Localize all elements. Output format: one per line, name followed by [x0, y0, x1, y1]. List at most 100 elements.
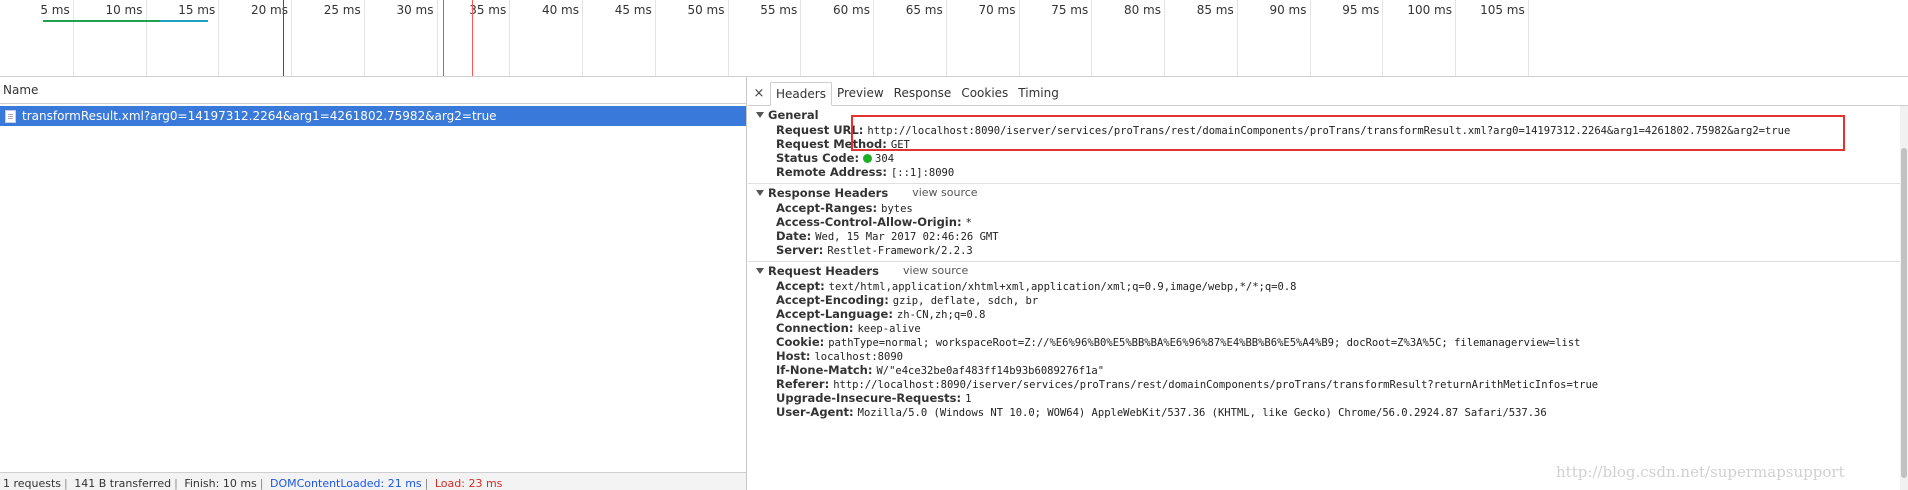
timeline-tick-label: 40 ms — [541, 3, 579, 17]
timeline-grid-line — [945, 0, 947, 76]
request-detail-pane: × Headers Preview Response Cookies Timin… — [748, 77, 1908, 490]
timeline-tick-label: 25 ms — [323, 3, 361, 17]
header-value: Restlet-Framework/2.2.3 — [827, 245, 973, 257]
timeline-grid-line — [436, 0, 438, 76]
detail-scrollbar[interactable] — [1900, 106, 1908, 490]
timeline-grid-line — [72, 0, 74, 76]
header-row: Upgrade-Insecure-Requests: 1 — [748, 391, 1900, 405]
timeline-tick-label: 105 ms — [1480, 3, 1525, 17]
waterfall-bar-teal — [160, 20, 208, 22]
name-column-header[interactable]: Name — [0, 77, 746, 104]
header-value: 1 — [965, 393, 972, 405]
domcontentloaded-line — [442, 0, 444, 76]
timeline-grid-line — [509, 0, 511, 76]
header-value: pathType=normal; workspaceRoot=Z://%E6%9… — [828, 337, 1581, 349]
timeline-tick-label: 30 ms — [396, 3, 434, 17]
timeline-grid-line — [873, 0, 874, 76]
header-key: Accept: — [776, 279, 825, 293]
request-url-value: http://localhost:8090/iserver/services/p… — [867, 125, 1791, 137]
header-row: Server: Restlet-Framework/2.2.3 — [748, 243, 1900, 257]
header-value: gzip, deflate, sdch, br — [892, 295, 1039, 307]
request-headers-title: Request Headers — [768, 263, 879, 278]
timeline-tick-label: 80 ms — [1123, 3, 1161, 17]
tab-response[interactable]: Response — [889, 81, 957, 105]
timeline-tick-label: 55 ms — [760, 3, 798, 17]
header-row: Accept-Ranges: bytes — [748, 201, 1900, 215]
request-headers-section: Request Headers view source Accept: text/… — [748, 262, 1900, 423]
timeline-grid-line — [218, 0, 220, 76]
header-row: Date: Wed, 15 Mar 2017 02:46:26 GMT — [748, 229, 1900, 243]
overview-timeline[interactable]: 5 ms 10 ms 15 ms 20 ms 25 ms 30 ms 35 ms 40 ms 4… — [0, 0, 1908, 77]
timeline-grid-line — [291, 0, 292, 76]
tab-headers[interactable]: Headers — [770, 82, 832, 106]
timeline-grid-line — [1091, 0, 1093, 76]
header-key: Request URL: — [776, 123, 864, 137]
timeline-tick-label: 50 ms — [687, 3, 725, 17]
header-row: If-None-Match: W/"e4ce32be0af483ff14b93b6… — [748, 363, 1900, 377]
timeline-tick-label: 35 ms — [469, 3, 507, 17]
request-row-selected[interactable]: transformResult.xml?arg0=14197312.2264&a… — [0, 106, 746, 126]
response-headers-toggle[interactable]: Response Headers view source — [748, 184, 1900, 201]
header-value: localhost:8090 — [814, 351, 903, 363]
timeline-tick-label: 95 ms — [1342, 3, 1380, 17]
request-headers-toggle[interactable]: Request Headers view source — [748, 262, 1900, 279]
request-list-pane: Name transformResult.xml?arg0=14197312.2… — [0, 77, 747, 490]
response-headers-title: Response Headers — [768, 185, 889, 200]
timeline-grid-line — [145, 0, 147, 76]
header-key: If-None-Match: — [776, 363, 873, 377]
request-view-source-link[interactable]: view source — [903, 264, 968, 277]
header-row: Connection: keep-alive — [748, 321, 1900, 335]
headers-content: General Request URL: http://localhost:809… — [748, 106, 1900, 490]
response-headers-list: Accept-Ranges: bytes Access-Control-Allow-… — [748, 201, 1900, 257]
summary-finish: Finish: 10 ms — [184, 477, 257, 490]
timeline-grid-line — [363, 0, 365, 76]
timeline-grid-line — [1527, 0, 1529, 76]
timeline-grid-line — [1018, 0, 1020, 76]
timeline-grid-line — [1236, 0, 1238, 76]
timeline-tick-label: 60 ms — [832, 3, 870, 17]
header-key: Status Code: — [776, 151, 860, 165]
request-method-value: GET — [890, 139, 910, 151]
header-row: Host: localhost:8090 — [748, 349, 1900, 363]
timeline-tick-label: 20 ms — [250, 3, 288, 17]
header-value: * — [965, 217, 972, 229]
header-row: Accept-Encoding: gzip, deflate, sdch, br — [748, 293, 1900, 307]
scrollbar-thumb[interactable] — [1901, 148, 1907, 478]
general-title: General — [768, 107, 819, 122]
timeline-tick-label: 75 ms — [1051, 3, 1089, 17]
file-icon — [5, 109, 16, 123]
header-key: Connection: — [776, 321, 854, 335]
header-key: Server: — [776, 243, 824, 257]
header-key: Cookie: — [776, 335, 825, 349]
header-key: Accept-Language: — [776, 307, 893, 321]
header-value: keep-alive — [857, 323, 921, 335]
header-key: Request Method: — [776, 137, 887, 151]
header-key: Accept-Ranges: — [776, 201, 878, 215]
tab-timing[interactable]: Timing — [1013, 81, 1064, 105]
header-row: Cookie: pathType=normal; workspaceRoot=Z:… — [748, 335, 1900, 349]
header-row: Accept: text/html,application/xhtml+xml,a… — [748, 279, 1900, 293]
close-icon[interactable]: × — [752, 81, 766, 105]
timeline-grid-line — [582, 0, 583, 76]
timeline-grid-line — [727, 0, 729, 76]
response-view-source-link[interactable]: view source — [912, 186, 977, 199]
header-key: Access-Control-Allow-Origin: — [776, 215, 962, 229]
expand-triangle-icon — [756, 267, 764, 274]
timeline-grid-line — [654, 0, 656, 76]
general-section-toggle[interactable]: General — [748, 106, 1900, 123]
tab-cookies[interactable]: Cookies — [956, 81, 1013, 105]
request-name: transformResult.xml?arg0=14197312.2264&a… — [22, 109, 497, 123]
tab-preview[interactable]: Preview — [832, 81, 889, 105]
header-value: zh-CN,zh;q=0.8 — [896, 309, 986, 321]
header-row: Request URL: http://localhost:8090/iserve… — [748, 123, 1900, 137]
header-row: Remote Address: [::1]:8090 — [748, 165, 1900, 179]
timeline-tick-label: 100 ms — [1407, 3, 1452, 17]
header-value: Wed, 15 Mar 2017 02:46:26 GMT — [815, 231, 999, 243]
timeline-tick-label: 15 ms — [178, 3, 216, 17]
timeline-tick-label: 70 ms — [978, 3, 1016, 17]
header-row: Access-Control-Allow-Origin: * — [748, 215, 1900, 229]
expand-triangle-icon — [756, 189, 764, 196]
timeline-grid-line — [1382, 0, 1384, 76]
header-row: Referer: http://localhost:8090/iserver/se… — [748, 377, 1900, 391]
header-key: Upgrade-Insecure-Requests: — [776, 391, 962, 405]
